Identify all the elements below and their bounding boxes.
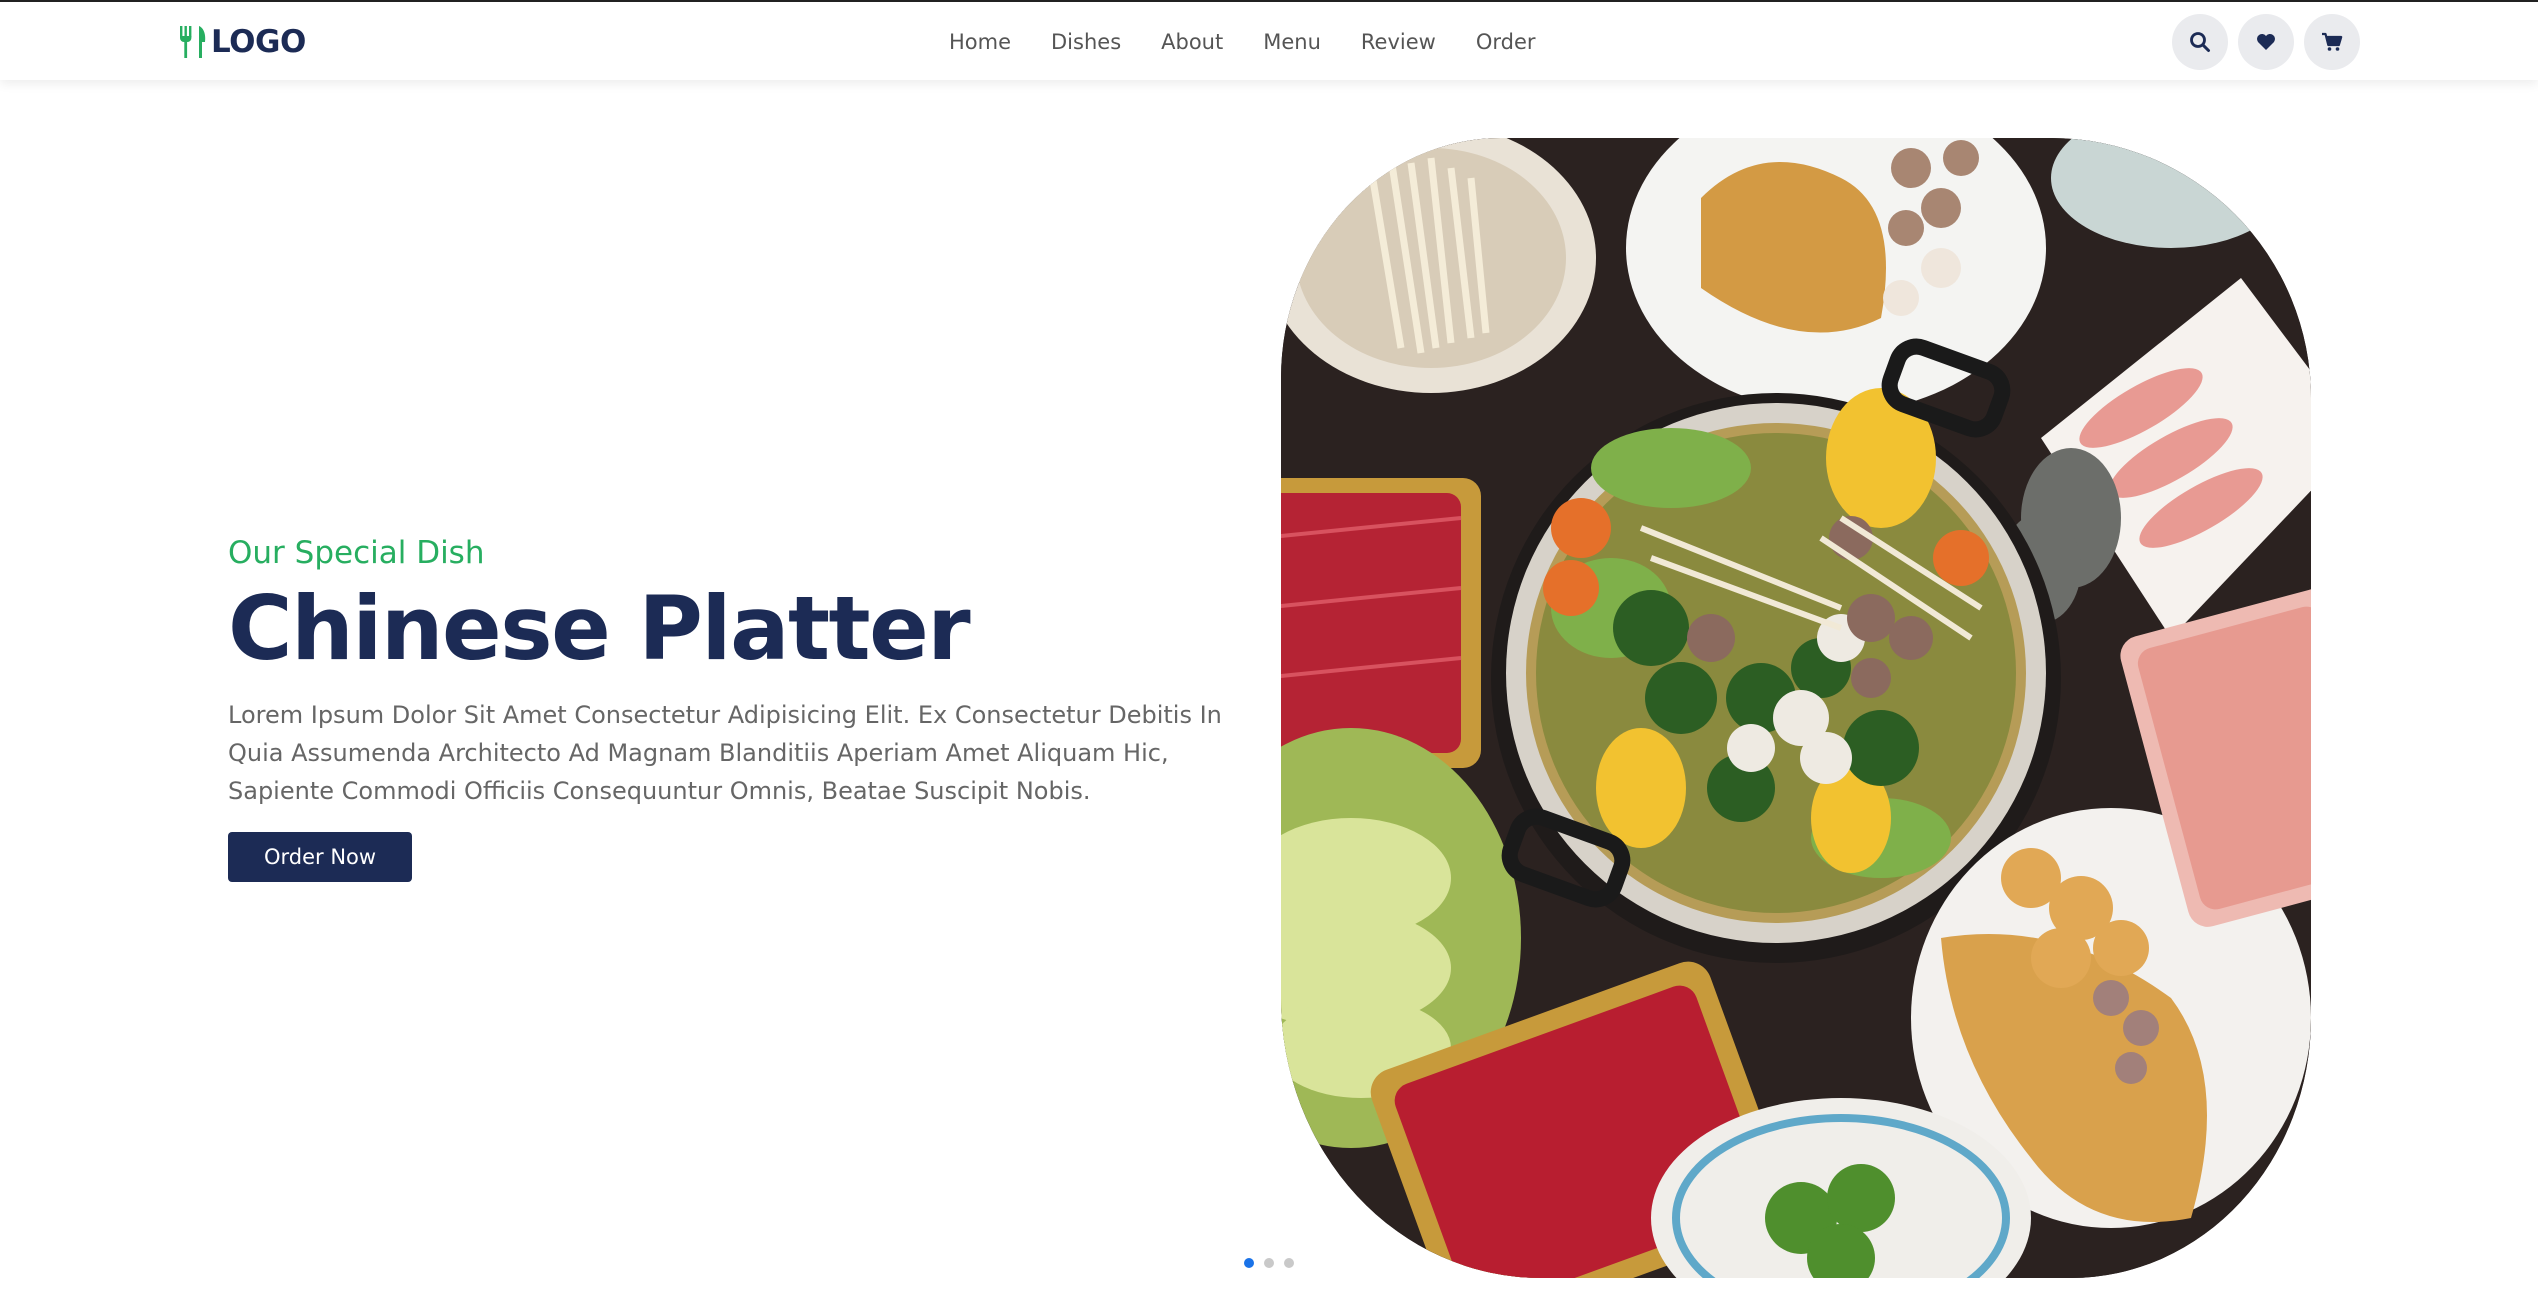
fork-knife-icon [180,26,206,58]
main-nav: Home Dishes About Menu Review Order [949,22,1576,62]
nav-about[interactable]: About [1161,30,1223,54]
site-header: LOGO Home Dishes About Menu Review Order [0,2,2538,80]
order-now-button[interactable]: Order Now [228,831,413,882]
logo[interactable]: LOGO [177,22,306,62]
slider-dot-3[interactable] [1284,1258,1294,1268]
cart-icon [2322,32,2343,51]
nav-menu[interactable]: Menu [1263,30,1321,54]
hero-title: Chinese Platter [228,577,971,680]
nav-dishes[interactable]: Dishes [1051,30,1121,54]
nav-review[interactable]: Review [1361,30,1436,54]
slider-pagination [1244,1257,1304,1269]
wishlist-button[interactable] [2238,14,2294,70]
search-icon [2190,32,2210,52]
slider-dot-2[interactable] [1264,1258,1274,1268]
logo-text: LOGO [211,24,306,60]
nav-home[interactable]: Home [949,30,1011,54]
hero-subtitle: Our Special Dish [228,535,485,571]
hotpot-platter-illustration [1281,138,2311,1278]
header-icon-group [2172,14,2370,70]
search-button[interactable] [2172,14,2228,70]
hero-food-image [1281,138,2311,1278]
hero-content: Our Special Dish Chinese Platter Lorem I… [228,535,1238,882]
heart-icon [2257,34,2275,50]
hero-description: Lorem Ipsum Dolor Sit Amet Consectetur A… [228,700,1222,805]
nav-order[interactable]: Order [1476,30,1536,54]
slider-dot-1[interactable] [1244,1258,1254,1268]
cart-button[interactable] [2304,14,2360,70]
